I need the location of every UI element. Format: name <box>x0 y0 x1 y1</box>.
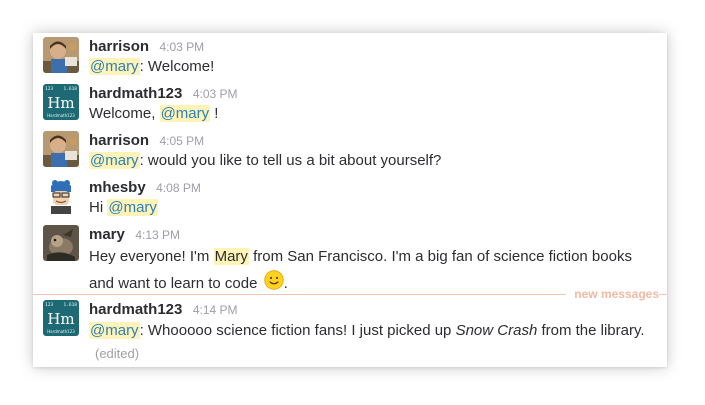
message-text-part: Hey everyone! I'm <box>89 248 214 265</box>
avatar-symbol: Hm <box>47 310 74 328</box>
mention-link[interactable]: @mary <box>89 322 140 339</box>
message-text-part: Welcome, <box>89 105 160 122</box>
book-title: Snow Crash <box>455 322 538 339</box>
message-item: 123 1.618 Hm Hardmath123 hardmath123 4:1… <box>33 296 667 366</box>
username[interactable]: hardmath123 <box>89 85 182 102</box>
message-text-part: Hi <box>89 199 108 216</box>
avatar-mhesby[interactable] <box>43 178 79 214</box>
avatar-number-left: 123 <box>45 302 53 308</box>
avatar-caption: Hardmath123 <box>47 113 75 118</box>
avatar-number-left: 123 <box>45 86 53 92</box>
avatar-number-right: 1.618 <box>63 86 77 92</box>
avatar-harrison[interactable] <box>43 131 79 167</box>
username[interactable]: mary <box>89 226 125 243</box>
message-item: harrison 4:05 PM @mary: would you like t… <box>33 127 667 173</box>
message-item: mhesby 4:08 PM Hi @mary <box>33 174 667 220</box>
timestamp[interactable]: 4:05 PM <box>159 134 204 148</box>
message-text: @mary: Whooooo science fiction fans! I j… <box>89 319 655 365</box>
avatar-caption: Hardmath123 <box>47 329 75 334</box>
message-text-part: : Welcome! <box>139 58 215 75</box>
avatar-hardmath123[interactable]: 123 1.618 Hm Hardmath123 <box>43 300 79 336</box>
message-text: @mary: Welcome! <box>89 56 655 78</box>
message-text: Welcome, @mary ! <box>89 103 655 125</box>
timestamp[interactable]: 4:08 PM <box>156 181 201 195</box>
avatar-hardmath123[interactable]: 123 1.618 Hm Hardmath123 <box>43 84 79 120</box>
avatar-harrison[interactable] <box>43 37 79 73</box>
new-messages-divider: new messages <box>33 287 667 301</box>
message-item: harrison 4:03 PM @mary: Welcome! <box>33 33 667 79</box>
timestamp[interactable]: 4:03 PM <box>159 40 204 54</box>
avatar-symbol: Hm <box>47 94 74 112</box>
timestamp[interactable]: 4:03 PM <box>193 87 238 101</box>
username[interactable]: mhesby <box>89 179 146 196</box>
timestamp[interactable]: 4:14 PM <box>193 303 238 317</box>
username[interactable]: hardmath123 <box>89 301 182 318</box>
timestamp[interactable]: 4:13 PM <box>135 228 180 242</box>
username[interactable]: harrison <box>89 132 149 149</box>
mention-link[interactable]: @mary <box>89 152 140 169</box>
message-pane: harrison 4:03 PM @mary: Welcome! 123 1.6… <box>33 33 667 367</box>
highlighted-keyword: Mary <box>213 248 249 265</box>
message-text-part: : would you like to tell us a bit about … <box>139 152 442 169</box>
avatar-number-right: 1.618 <box>63 302 77 308</box>
mention-link[interactable]: @mary <box>89 58 140 75</box>
edited-label: (edited) <box>95 346 140 361</box>
mention-link[interactable]: @mary <box>159 105 211 122</box>
message-text-part: from the library. <box>537 322 645 339</box>
message-text: Hi @mary <box>89 197 655 219</box>
message-text-part: : Whooooo science fiction fans! I just p… <box>139 322 456 339</box>
username[interactable]: harrison <box>89 38 149 55</box>
message-text: @mary: would you like to tell us a bit a… <box>89 150 655 172</box>
message-text-part: ! <box>210 105 219 122</box>
message-item: 123 1.618 Hm Hardmath123 hardmath123 4:0… <box>33 80 667 126</box>
message-item: mary 4:13 PM Hey everyone! I'm Mary from… <box>33 221 667 292</box>
mention-link[interactable]: @mary <box>107 199 158 216</box>
avatar-mary[interactable] <box>43 225 79 261</box>
message-text-part: . <box>283 275 288 292</box>
slightly-smiling-face-icon[interactable] <box>263 270 284 290</box>
